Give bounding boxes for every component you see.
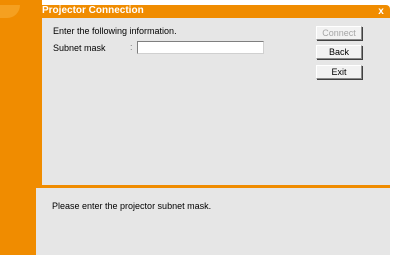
subnet-mask-label: Subnet mask [53, 43, 106, 53]
window-right-edge [390, 0, 396, 255]
main-panel: Enter the following information. Subnet … [42, 18, 390, 185]
projector-connection-window: Projector Connection x Enter the followi… [0, 0, 396, 255]
status-message: Please enter the projector subnet mask. [52, 201, 212, 211]
subnet-mask-colon: : [130, 42, 133, 52]
status-panel: Please enter the projector subnet mask. [36, 188, 390, 255]
connect-button[interactable]: Connect [316, 26, 362, 40]
exit-button[interactable]: Exit [316, 65, 362, 79]
left-accent-bar [0, 0, 42, 188]
close-icon[interactable]: x [376, 5, 386, 18]
title-bar[interactable]: Projector Connection x [42, 5, 390, 18]
subnet-mask-input[interactable] [137, 41, 264, 54]
back-button[interactable]: Back [316, 45, 362, 59]
window-title: Projector Connection [42, 5, 144, 16]
instruction-text: Enter the following information. [53, 26, 177, 36]
left-accent-bar-bottom [0, 188, 36, 255]
